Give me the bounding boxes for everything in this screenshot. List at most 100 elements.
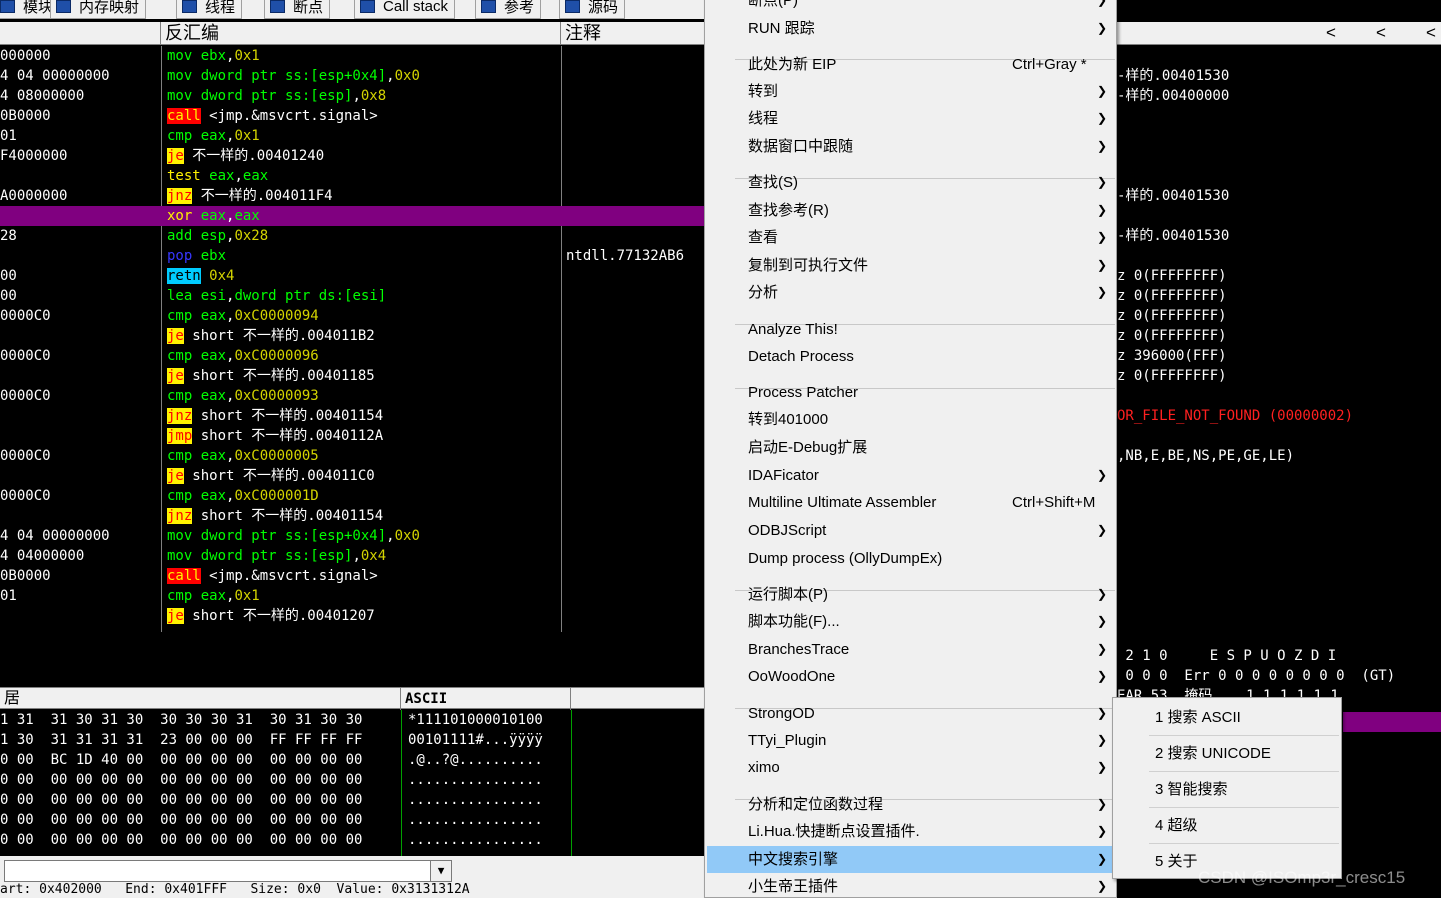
table-row[interactable]: jmp short 不一样的.0040112A — [0, 426, 704, 446]
menu-item[interactable]: 分析和定位函数过程 ❯ — [707, 791, 1116, 818]
table-row[interactable]: 4 04 00000000 mov dword ptr ss:[esp+0x4],… — [0, 526, 704, 546]
menu-item[interactable]: ximo ❯ — [707, 754, 1116, 781]
menu-item[interactable]: 分析 ❯ — [707, 279, 1116, 306]
dump-row[interactable]: 1 30 31 31 31 31 23 00 00 00 FF FF FF FF… — [0, 730, 704, 750]
menu-item[interactable]: 数据窗口中跟随 ❯ — [707, 133, 1116, 160]
menu-item[interactable]: TTyi_Plugin ❯ — [707, 727, 1116, 754]
menu-item[interactable]: 查找(S) ❯ — [707, 169, 1116, 196]
dump-row[interactable]: 0 00 00 00 00 00 00 00 00 00 00 00 00 00… — [0, 790, 704, 810]
table-row[interactable]: test eax,eax — [0, 166, 704, 186]
menu-item[interactable]: 启动E-Debug扩展 — [707, 434, 1116, 461]
address-column-header[interactable] — [0, 22, 161, 44]
dump-ascii-header[interactable]: ASCII — [401, 688, 571, 710]
table-row[interactable]: je short 不一样的.00401207 — [0, 606, 704, 626]
table-row[interactable]: jnz short 不一样的.00401154 — [0, 406, 704, 426]
disasm-column-header[interactable]: 反汇编 — [161, 22, 561, 44]
menu-item[interactable]: OoWoodOne ❯ — [707, 663, 1116, 690]
instruction-token: , — [352, 88, 361, 104]
menu-item[interactable]: 脚本功能(F)... ❯ — [707, 608, 1116, 635]
tab-1[interactable]: 内存映射 — [50, 0, 147, 19]
table-row[interactable]: pop ebx ntdll.77132AB6 — [0, 246, 704, 266]
table-row[interactable]: F4000000 je 不一样的.00401240 — [0, 146, 704, 166]
tab-3[interactable]: 断点 — [264, 0, 331, 19]
table-row[interactable]: 4 08000000 mov dword ptr ss:[esp],0x8 — [0, 86, 704, 106]
tab-2[interactable]: 线程 — [176, 0, 243, 19]
menu-item[interactable]: StrongOD ❯ — [707, 700, 1116, 727]
address-bytes: 28 — [0, 228, 17, 244]
dump-row[interactable]: 1 31 31 30 31 30 30 30 30 31 30 31 30 30… — [0, 710, 704, 730]
table-row[interactable]: 4 04 00000000 mov dword ptr ss:[esp+0x4],… — [0, 66, 704, 86]
submenu-separator — [1149, 807, 1339, 808]
menu-item[interactable]: 中文搜索引擎 ❯ — [707, 846, 1116, 873]
memory-dump-pane[interactable]: 1 31 31 30 31 30 30 30 30 31 30 31 30 30… — [0, 710, 704, 856]
tab-6[interactable]: 源码 — [559, 0, 626, 19]
table-row[interactable]: je short 不一样的.00401185 — [0, 366, 704, 386]
table-row[interactable]: 4 04000000 mov dword ptr ss:[esp],0x4 — [0, 546, 704, 566]
menu-item[interactable]: IDAFicator ❯ — [707, 462, 1116, 489]
command-dropdown-button[interactable]: ▼ — [430, 861, 451, 881]
table-row[interactable]: jnz short 不一样的.00401154 — [0, 506, 704, 526]
source-icon — [565, 0, 580, 13]
menu-item[interactable]: 线程 ❯ — [707, 105, 1116, 132]
disassembly-pane[interactable]: 000000 mov ebx,0x1 4 04 00000000 mov dword … — [0, 46, 704, 632]
submenu-item[interactable]: 1 搜索 ASCII — [1115, 701, 1341, 735]
back-button[interactable]: < — [1369, 22, 1393, 44]
menu-item[interactable]: Analyze This! — [707, 316, 1116, 343]
menu-item[interactable]: 转到 ❯ — [707, 78, 1116, 105]
menu-item[interactable]: 此处为新 EIP Ctrl+Gray * — [707, 51, 1116, 78]
menu-item[interactable]: Detach Process — [707, 343, 1116, 370]
menu-item[interactable]: RUN 跟踪 ❯ — [707, 15, 1116, 42]
menu-item[interactable]: BranchesTrace ❯ — [707, 636, 1116, 663]
submenu-item[interactable]: 3 智能搜索 — [1115, 773, 1341, 807]
table-row[interactable]: 0000C0 cmp eax,0xC0000096 — [0, 346, 704, 366]
table-row[interactable]: 0000C0 cmp eax,0xC0000094 — [0, 306, 704, 326]
table-row[interactable]: xor eax,eax — [0, 206, 704, 226]
menu-item[interactable]: Dump process (OllyDumpEx) — [707, 545, 1116, 572]
comment-column-header[interactable]: 注释 — [561, 22, 704, 44]
menu-item[interactable]: Li.Hua.快捷断点设置插件. ❯ — [707, 818, 1116, 845]
table-row[interactable]: 28 add esp,0x28 — [0, 226, 704, 246]
table-row[interactable]: 01 cmp eax,0x1 — [0, 126, 704, 146]
registers-pane[interactable]: -样的.00401530 -样的.00400000 -样的.00401530 -样的.… — [1117, 46, 1441, 686]
menu-item[interactable]: 查找参考(R) ❯ — [707, 197, 1116, 224]
table-row[interactable]: 00 lea esi,dword ptr ds:[esi] — [0, 286, 704, 306]
menu-item-shortcut: Ctrl+Gray * — [1012, 56, 1087, 73]
menu-item-label: 此处为新 EIP — [748, 56, 837, 73]
table-row[interactable]: A0000000 jnz 不一样的.004011F4 — [0, 186, 704, 206]
tab-label: 线程 — [205, 0, 236, 16]
dump-row[interactable]: 0 00 00 00 00 00 00 00 00 00 00 00 00 00… — [0, 770, 704, 790]
chevron-right-icon: ❯ — [1097, 21, 1108, 35]
table-row[interactable]: 0B0000 call <jmp.&msvcrt.signal> — [0, 566, 704, 586]
command-line-input[interactable] — [4, 860, 452, 882]
table-row[interactable]: 00 retn 0x4 — [0, 266, 704, 286]
menu-item[interactable]: 小生帝王插件 ❯ — [707, 873, 1116, 898]
dump-row[interactable]: 0 00 BC 1D 40 00 00 00 00 00 00 00 00 00… — [0, 750, 704, 770]
table-row[interactable]: 0B0000 call <jmp.&msvcrt.signal> — [0, 106, 704, 126]
menu-item[interactable]: 查看 ❯ — [707, 224, 1116, 251]
tab-5[interactable]: 参考 — [475, 0, 542, 19]
menu-item[interactable]: 运行脚本(P) ❯ — [707, 581, 1116, 608]
menu-item[interactable]: 复制到可执行文件 ❯ — [707, 252, 1116, 279]
table-row[interactable]: je short 不一样的.004011C0 — [0, 466, 704, 486]
back-button[interactable]: < — [1319, 22, 1343, 44]
submenu-item[interactable]: 4 超级 — [1115, 809, 1341, 843]
submenu-item[interactable]: 2 搜索 UNICODE — [1115, 737, 1341, 771]
dump-row[interactable]: 0 00 00 00 00 00 00 00 00 00 00 00 00 00… — [0, 830, 704, 850]
address-bytes: 00 — [0, 268, 17, 284]
menu-item[interactable]: ODBJScript ❯ — [707, 517, 1116, 544]
table-row[interactable]: 000000 mov ebx,0x1 — [0, 46, 704, 66]
table-row[interactable]: 01 cmp eax,0x1 — [0, 586, 704, 606]
table-row[interactable]: 0000C0 cmp eax,0xC0000093 — [0, 386, 704, 406]
menu-item[interactable]: 断点(P) ❯ — [707, 0, 1116, 14]
menu-item[interactable]: Multiline Ultimate Assembler Ctrl+Shift+M — [707, 489, 1116, 516]
table-row[interactable]: je short 不一样的.004011B2 — [0, 326, 704, 346]
menu-item[interactable]: 转到401000 — [707, 406, 1116, 433]
menu-item[interactable]: Process Patcher — [707, 379, 1116, 406]
dump-row[interactable]: 0 00 00 00 00 00 00 00 00 00 00 00 00 00… — [0, 810, 704, 830]
back-button[interactable]: < — [1419, 22, 1441, 44]
register-line: z 0(FFFFFFFF) — [1117, 288, 1227, 304]
tab-4[interactable]: Call stack — [354, 0, 456, 19]
dump-address-header[interactable]: 居 — [0, 688, 401, 710]
table-row[interactable]: 0000C0 cmp eax,0xC000001D — [0, 486, 704, 506]
table-row[interactable]: 0000C0 cmp eax,0xC0000005 — [0, 446, 704, 466]
